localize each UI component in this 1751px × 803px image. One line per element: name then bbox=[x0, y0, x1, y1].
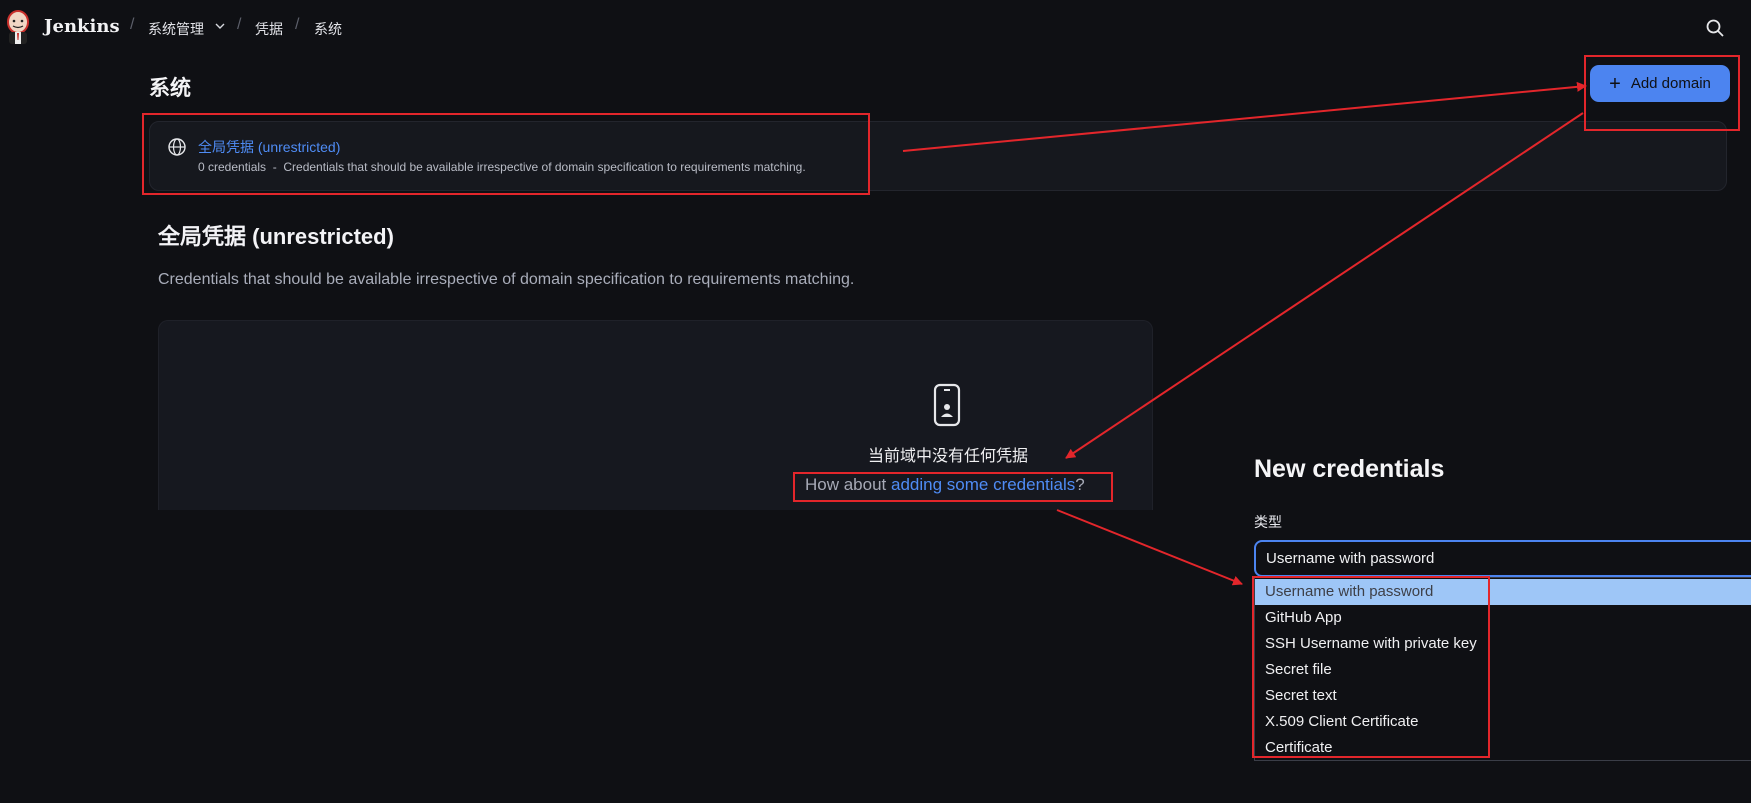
chevron-down-icon[interactable] bbox=[214, 20, 226, 32]
breadcrumb-system[interactable]: 系统 bbox=[314, 19, 342, 39]
breadcrumb-separator: / bbox=[295, 16, 300, 33]
section-description: Credentials that should be available irr… bbox=[158, 271, 855, 288]
annotation-box-type-options bbox=[1252, 576, 1490, 758]
breadcrumb-separator: / bbox=[237, 16, 242, 33]
new-credentials-title: New credentials bbox=[1254, 455, 1445, 483]
annotation-box-domain bbox=[142, 113, 870, 195]
search-icon[interactable] bbox=[1705, 18, 1725, 38]
breadcrumb-manage-jenkins[interactable]: 系统管理 bbox=[148, 19, 204, 39]
annotation-arrow bbox=[1056, 509, 1243, 586]
annotation-box-add-domain bbox=[1584, 55, 1740, 131]
breadcrumb-credentials[interactable]: 凭据 bbox=[255, 19, 283, 39]
page-title: 系统 bbox=[149, 77, 191, 100]
type-label: 类型 bbox=[1254, 514, 1282, 530]
annotation-box-add-credentials bbox=[793, 472, 1113, 502]
brand-name[interactable]: Jenkins bbox=[44, 16, 120, 37]
credential-type-select[interactable]: Username with password bbox=[1254, 540, 1751, 577]
jenkins-logo-icon[interactable] bbox=[4, 10, 32, 46]
phone-user-icon bbox=[933, 383, 961, 427]
empty-state-message: 当前域中没有任何凭据 bbox=[868, 448, 1029, 465]
section-title: 全局凭据 (unrestricted) bbox=[158, 224, 394, 249]
breadcrumb-separator: / bbox=[130, 16, 135, 33]
